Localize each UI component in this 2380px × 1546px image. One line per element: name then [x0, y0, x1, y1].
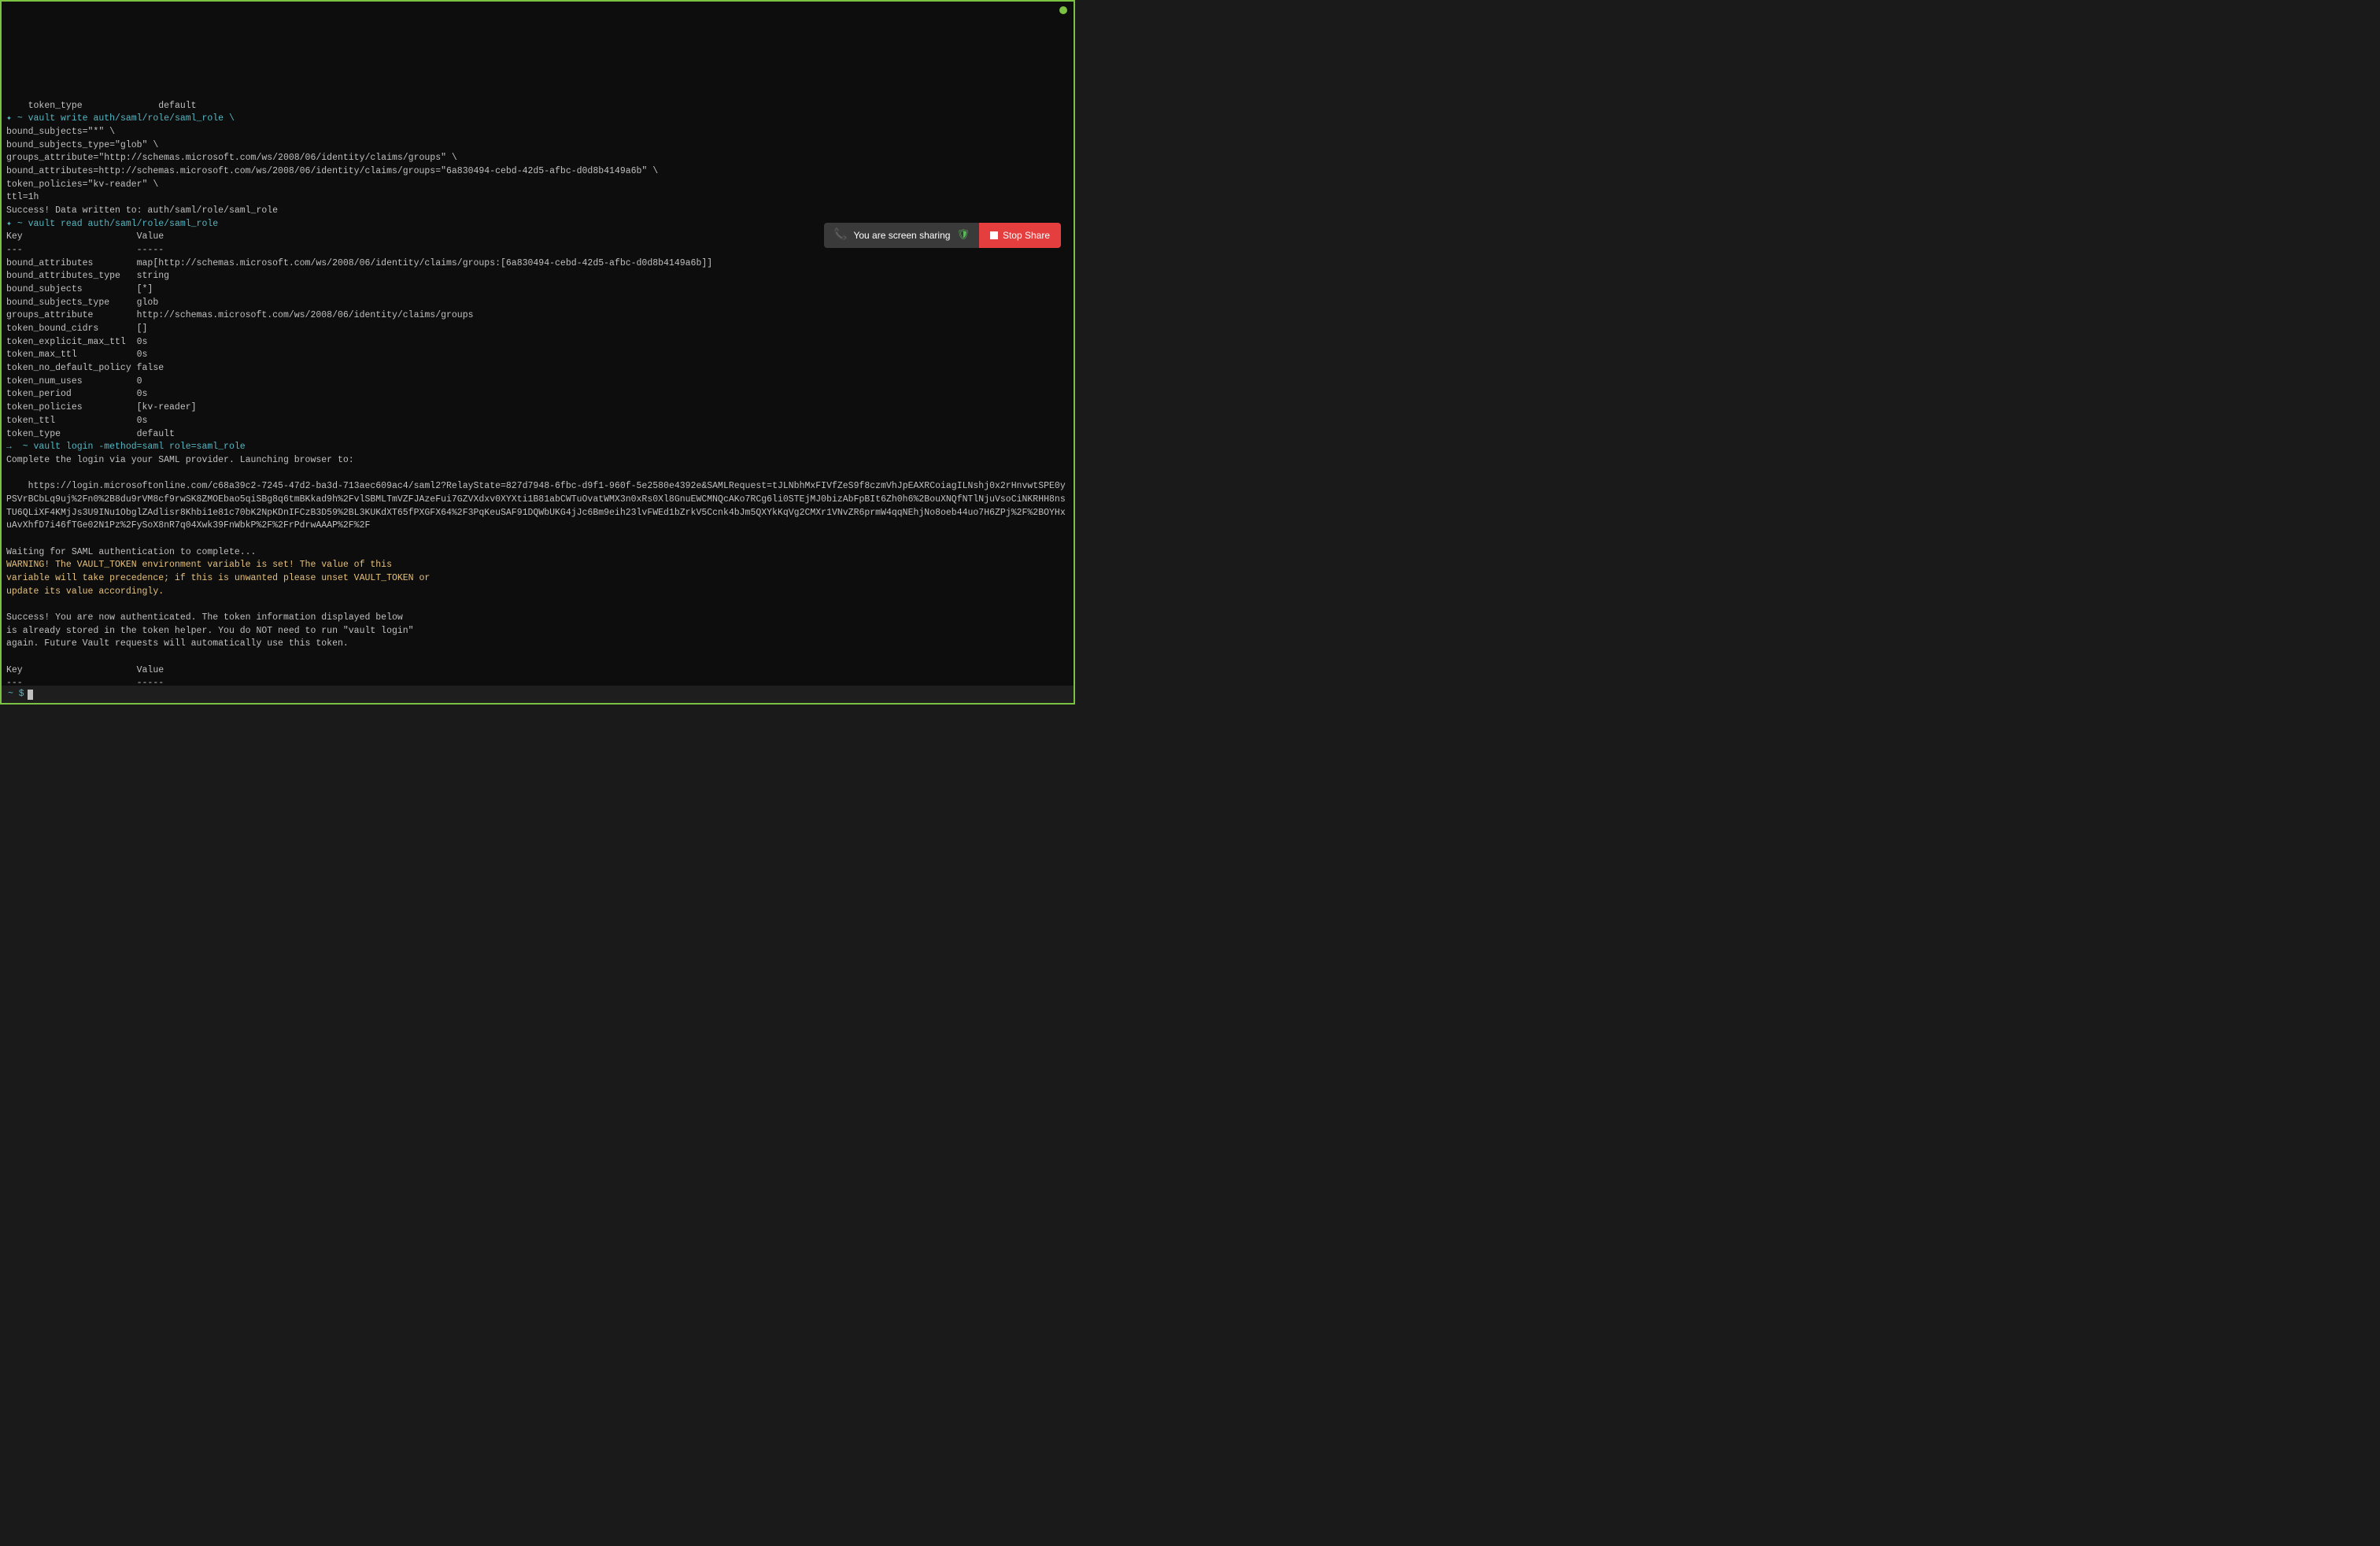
- status-indicator: [1059, 6, 1067, 14]
- terminal-content: 📞 You are screen sharing 🛡 Stop Share to…: [6, 34, 1069, 703]
- line-complete-login: Complete the login via your SAML provide…: [6, 455, 354, 465]
- line-token-type-default: token_type default: [28, 101, 197, 111]
- line-vault-write: ✦ ~ vault write auth/saml/role/saml_role…: [6, 113, 235, 124]
- stop-icon: [990, 231, 998, 239]
- line-vault-login: → ~ vault login -method=saml role=saml_r…: [6, 442, 246, 452]
- screen-share-banner: 📞 You are screen sharing 🛡 Stop Share: [824, 223, 1061, 248]
- line-waiting: Waiting for SAML authentication to compl…: [6, 547, 256, 557]
- line-bound-subjects: bound_subjects="*" \ bound_subjects_type…: [6, 127, 658, 216]
- line-blank2: Success! You are now authenticated. The …: [6, 612, 414, 688]
- screen-share-text-area: 📞 You are screen sharing 🛡: [824, 223, 979, 248]
- line-key-value-header: Key Value --- ----- bound_attributes map…: [6, 231, 712, 438]
- screen-share-label: You are screen sharing: [853, 229, 950, 242]
- cursor: [28, 690, 33, 700]
- bottom-bar: ~ $: [2, 686, 1074, 703]
- line-warning1: WARNING! The VAULT_TOKEN environment var…: [6, 560, 430, 596]
- stop-share-label: Stop Share: [1003, 230, 1050, 241]
- line-vault-read: ✦ ~ vault read auth/saml/role/saml_role: [6, 219, 218, 229]
- terminal-window: 📞 You are screen sharing 🛡 Stop Share to…: [2, 2, 1074, 703]
- shell-prompt: ~ $: [8, 688, 24, 701]
- line-saml-url: https://login.microsoftonline.com/c68a39…: [6, 481, 1066, 531]
- stop-share-button[interactable]: Stop Share: [979, 223, 1061, 248]
- shield-icon: 🛡: [956, 228, 970, 243]
- phone-icon: 📞: [833, 227, 847, 243]
